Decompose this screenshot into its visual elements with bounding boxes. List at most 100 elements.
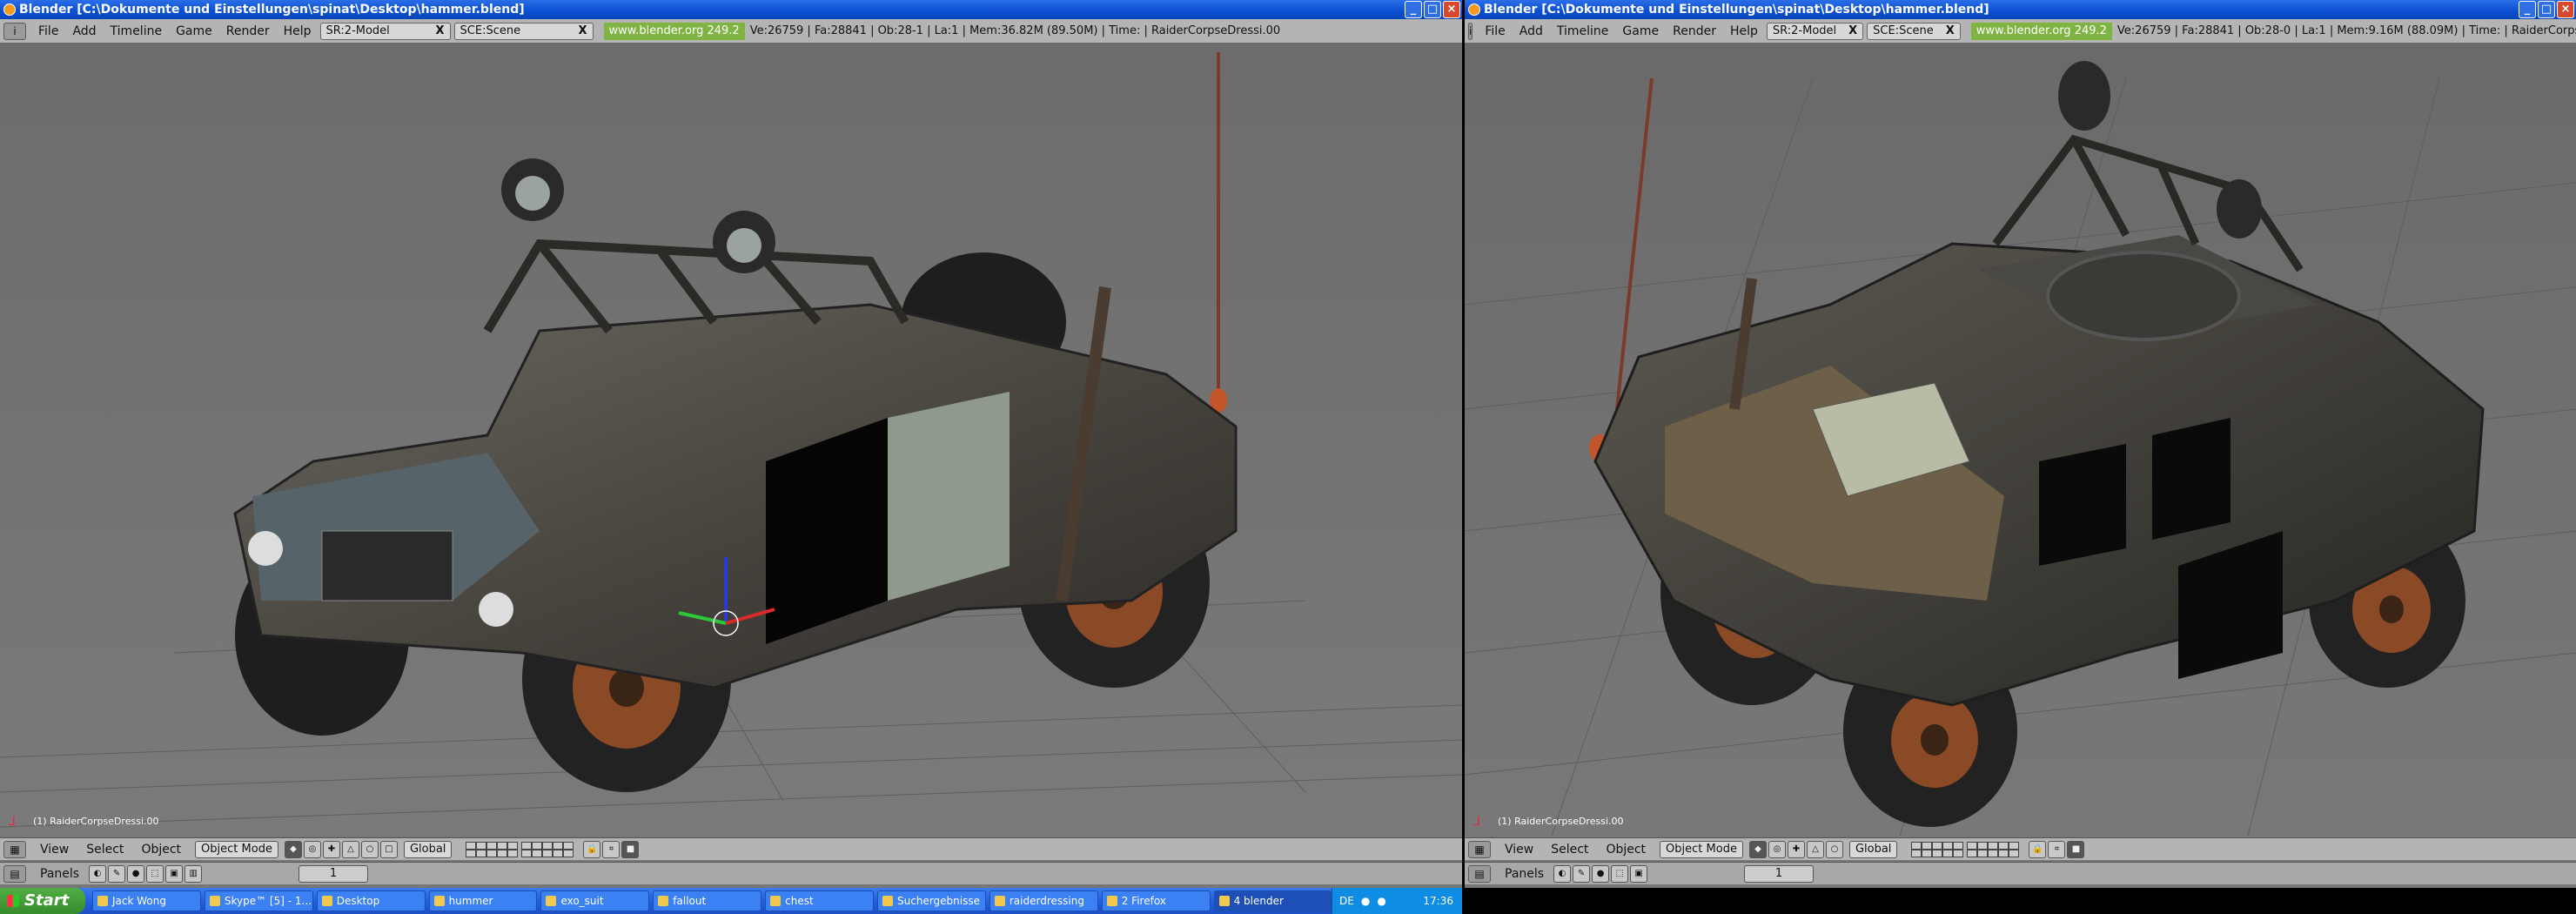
- translate-icon[interactable]: △: [341, 840, 359, 858]
- taskbar-item[interactable]: raiderdressing: [989, 890, 1098, 911]
- snap-icon[interactable]: ⌗: [602, 840, 621, 858]
- script-icon[interactable]: ✎: [1573, 864, 1591, 883]
- minimize-button[interactable]: _: [2519, 1, 2536, 18]
- scene-selector[interactable]: SCE:Scene X: [1867, 22, 1961, 40]
- close-button[interactable]: ×: [2557, 1, 2574, 18]
- window-type-icon[interactable]: i: [3, 22, 26, 40]
- pivot-icon[interactable]: ◎: [1768, 840, 1786, 858]
- translate-icon[interactable]: △: [1806, 840, 1824, 858]
- menu-select[interactable]: Select: [1542, 843, 1597, 857]
- lock-icon[interactable]: 🔒: [583, 840, 601, 858]
- title-bar[interactable]: Blender [C:\Dokumente und Einstellungen\…: [1465, 0, 2576, 19]
- delete-scene-icon[interactable]: X: [572, 24, 587, 39]
- menu-timeline[interactable]: Timeline: [104, 24, 170, 38]
- editing-icon[interactable]: ▣: [1630, 864, 1648, 883]
- script-icon[interactable]: ✎: [108, 864, 126, 883]
- draw-type-icon[interactable]: ◆: [1748, 840, 1767, 858]
- shading-icon[interactable]: ●: [1592, 864, 1610, 883]
- scene-selector[interactable]: SCE:Scene X: [453, 22, 594, 40]
- frame-field[interactable]: 1: [1744, 864, 1815, 883]
- render-icon[interactable]: ■: [621, 840, 640, 858]
- menu-object[interactable]: Object: [132, 843, 190, 857]
- menu-add[interactable]: Add: [65, 24, 103, 38]
- menu-game[interactable]: Game: [1615, 24, 1666, 38]
- screen-selector[interactable]: SR:2-Model X: [1766, 22, 1864, 40]
- 3d-viewport[interactable]: ⅃ (1) RaiderCorpseDressi.00: [1465, 44, 2576, 836]
- menu-game[interactable]: Game: [169, 24, 219, 38]
- taskbar-item[interactable]: Desktop: [316, 890, 426, 911]
- tray-icon[interactable]: ●: [1361, 895, 1370, 907]
- lock-icon[interactable]: 🔒: [2029, 840, 2047, 858]
- logic-icon[interactable]: ◐: [1553, 864, 1572, 883]
- taskbar-item[interactable]: hummer: [428, 890, 538, 911]
- tray-icon[interactable]: ●: [1377, 895, 1385, 907]
- buttons-editor-icon[interactable]: ▤: [1468, 864, 1491, 883]
- rotate-icon[interactable]: ○: [1825, 840, 1843, 858]
- screen-field[interactable]: SR:2-Model: [326, 24, 390, 39]
- mode-selector[interactable]: Object Mode: [1660, 840, 1743, 858]
- manipulator-toggle-icon[interactable]: ✚: [1787, 840, 1805, 858]
- menu-object[interactable]: Object: [1597, 843, 1654, 857]
- scene-icon[interactable]: ▥: [184, 864, 203, 883]
- taskbar-item[interactable]: Skype™ [5] - 1...: [204, 890, 313, 911]
- rotate-icon[interactable]: ○: [360, 840, 379, 858]
- 3d-viewport[interactable]: ⅃ (1) RaiderCorpseDressi.00: [0, 44, 1462, 836]
- menu-render[interactable]: Render: [1666, 24, 1723, 38]
- menu-view[interactable]: View: [1496, 843, 1542, 857]
- editor-type-icon[interactable]: ▦: [3, 840, 26, 858]
- taskbar-item[interactable]: exo_suit: [540, 890, 650, 911]
- frame-field[interactable]: 1: [299, 864, 369, 883]
- render-icon[interactable]: ■: [2067, 840, 2085, 858]
- screen-field[interactable]: SR:2-Model: [1773, 24, 1836, 39]
- menu-help[interactable]: Help: [1723, 24, 1765, 38]
- menu-add[interactable]: Add: [1513, 24, 1550, 38]
- manipulator-toggle-icon[interactable]: ✚: [322, 840, 340, 858]
- menu-view[interactable]: View: [31, 843, 77, 857]
- menu-select[interactable]: Select: [77, 843, 132, 857]
- scale-icon[interactable]: □: [379, 840, 398, 858]
- layer-buttons[interactable]: [460, 841, 579, 857]
- pivot-icon[interactable]: ◎: [303, 840, 321, 858]
- delete-scene-icon[interactable]: X: [1939, 24, 1955, 39]
- menu-panels[interactable]: Panels: [31, 867, 88, 881]
- start-button[interactable]: Start: [0, 888, 85, 914]
- taskbar-item[interactable]: 2 Firefox: [1101, 890, 1211, 911]
- delete-screen-icon[interactable]: X: [1841, 24, 1857, 39]
- title-bar[interactable]: Blender [C:\Dokumente und Einstellungen\…: [0, 0, 1462, 19]
- menu-panels[interactable]: Panels: [1496, 867, 1553, 881]
- mode-selector[interactable]: Object Mode: [195, 840, 278, 858]
- menu-timeline[interactable]: Timeline: [1550, 24, 1616, 38]
- language-indicator[interactable]: DE: [1339, 895, 1354, 907]
- taskbar-item[interactable]: Jack Wong: [92, 890, 201, 911]
- blender-url[interactable]: www.blender.org 249.2: [603, 22, 745, 40]
- blender-url[interactable]: www.blender.org 249.2: [1970, 22, 2112, 40]
- menu-render[interactable]: Render: [219, 24, 277, 38]
- editing-icon[interactable]: ▣: [165, 864, 184, 883]
- layer-buttons[interactable]: [1906, 841, 2024, 857]
- logic-icon[interactable]: ◐: [89, 864, 107, 883]
- menu-file[interactable]: File: [31, 24, 65, 38]
- maximize-button[interactable]: □: [2538, 1, 2555, 18]
- menu-file[interactable]: File: [1478, 24, 1512, 38]
- blender-window-left[interactable]: Blender [C:\Dokumente und Einstellungen\…: [0, 0, 1462, 914]
- taskbar-item[interactable]: fallout: [653, 890, 762, 911]
- scene-field[interactable]: SCE:Scene: [460, 24, 521, 39]
- editor-type-icon[interactable]: ▦: [1468, 840, 1491, 858]
- clock[interactable]: 17:36: [1423, 895, 1462, 907]
- blender-window-right[interactable]: Blender [C:\Dokumente und Einstellungen\…: [1465, 0, 2576, 914]
- scene-field[interactable]: SCE:Scene: [1873, 24, 1934, 39]
- draw-type-icon[interactable]: ◆: [284, 840, 302, 858]
- shading-icon[interactable]: ●: [127, 864, 145, 883]
- orientation-selector[interactable]: Global: [403, 840, 453, 858]
- orientation-selector[interactable]: Global: [1848, 840, 1898, 858]
- taskbar-item-active[interactable]: 4 blender: [1213, 890, 1332, 911]
- minimize-button[interactable]: _: [1405, 1, 1422, 18]
- snap-icon[interactable]: ⌗: [2048, 840, 2066, 858]
- menu-help[interactable]: Help: [277, 24, 319, 38]
- object-icon[interactable]: ⬚: [1611, 864, 1629, 883]
- taskbar-item[interactable]: Suchergebnisse: [877, 890, 986, 911]
- delete-screen-icon[interactable]: X: [429, 24, 445, 39]
- window-type-icon[interactable]: i: [1468, 22, 1473, 40]
- close-button[interactable]: ×: [1443, 1, 1460, 18]
- object-icon[interactable]: ⬚: [146, 864, 164, 883]
